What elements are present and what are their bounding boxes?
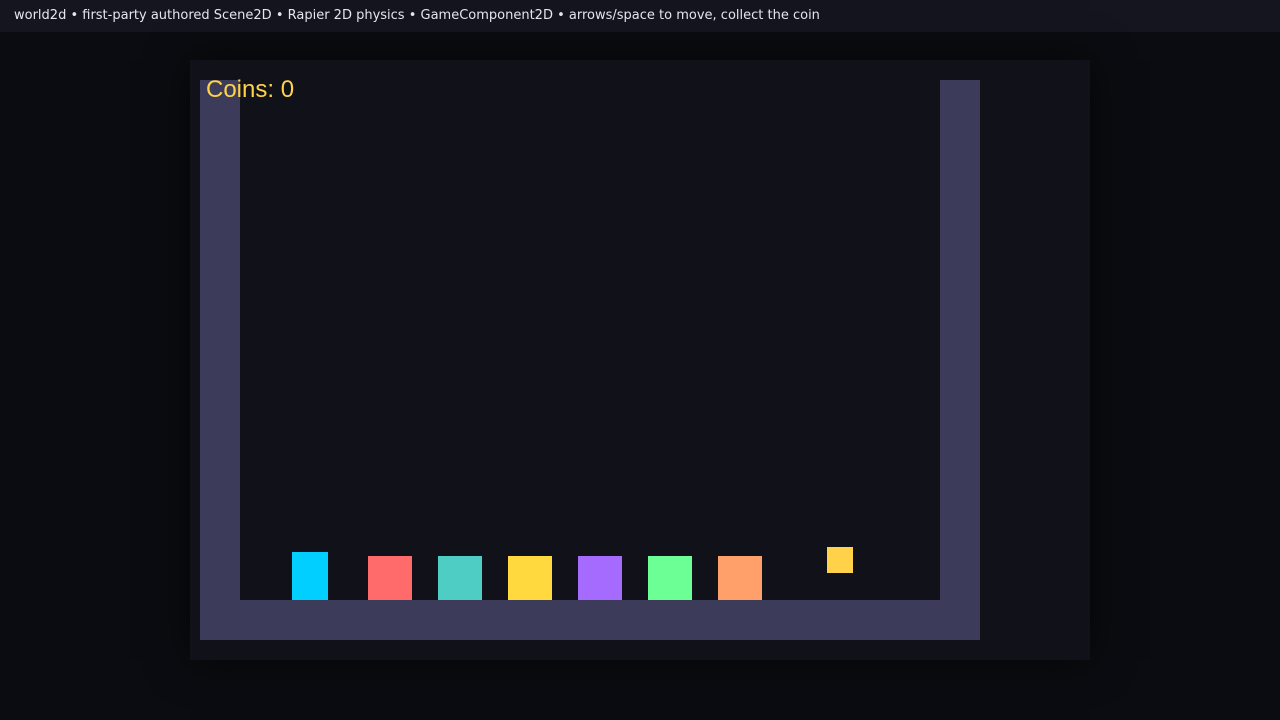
box-orange <box>718 556 762 600</box>
coin <box>827 547 853 573</box>
floor <box>200 600 980 640</box>
title-bar: world2d • first-party authored Scene2D •… <box>0 0 1280 32</box>
box-green <box>648 556 692 600</box>
box-teal <box>438 556 482 600</box>
left-wall <box>200 80 240 640</box>
player-block <box>292 552 328 600</box>
coins-counter: Coins: 0 <box>206 76 295 103</box>
box-purple <box>578 556 622 600</box>
box-yellow <box>508 556 552 600</box>
box-red <box>368 556 412 600</box>
right-wall <box>940 80 980 640</box>
game-canvas[interactable]: Coins: 0 <box>190 60 1090 660</box>
